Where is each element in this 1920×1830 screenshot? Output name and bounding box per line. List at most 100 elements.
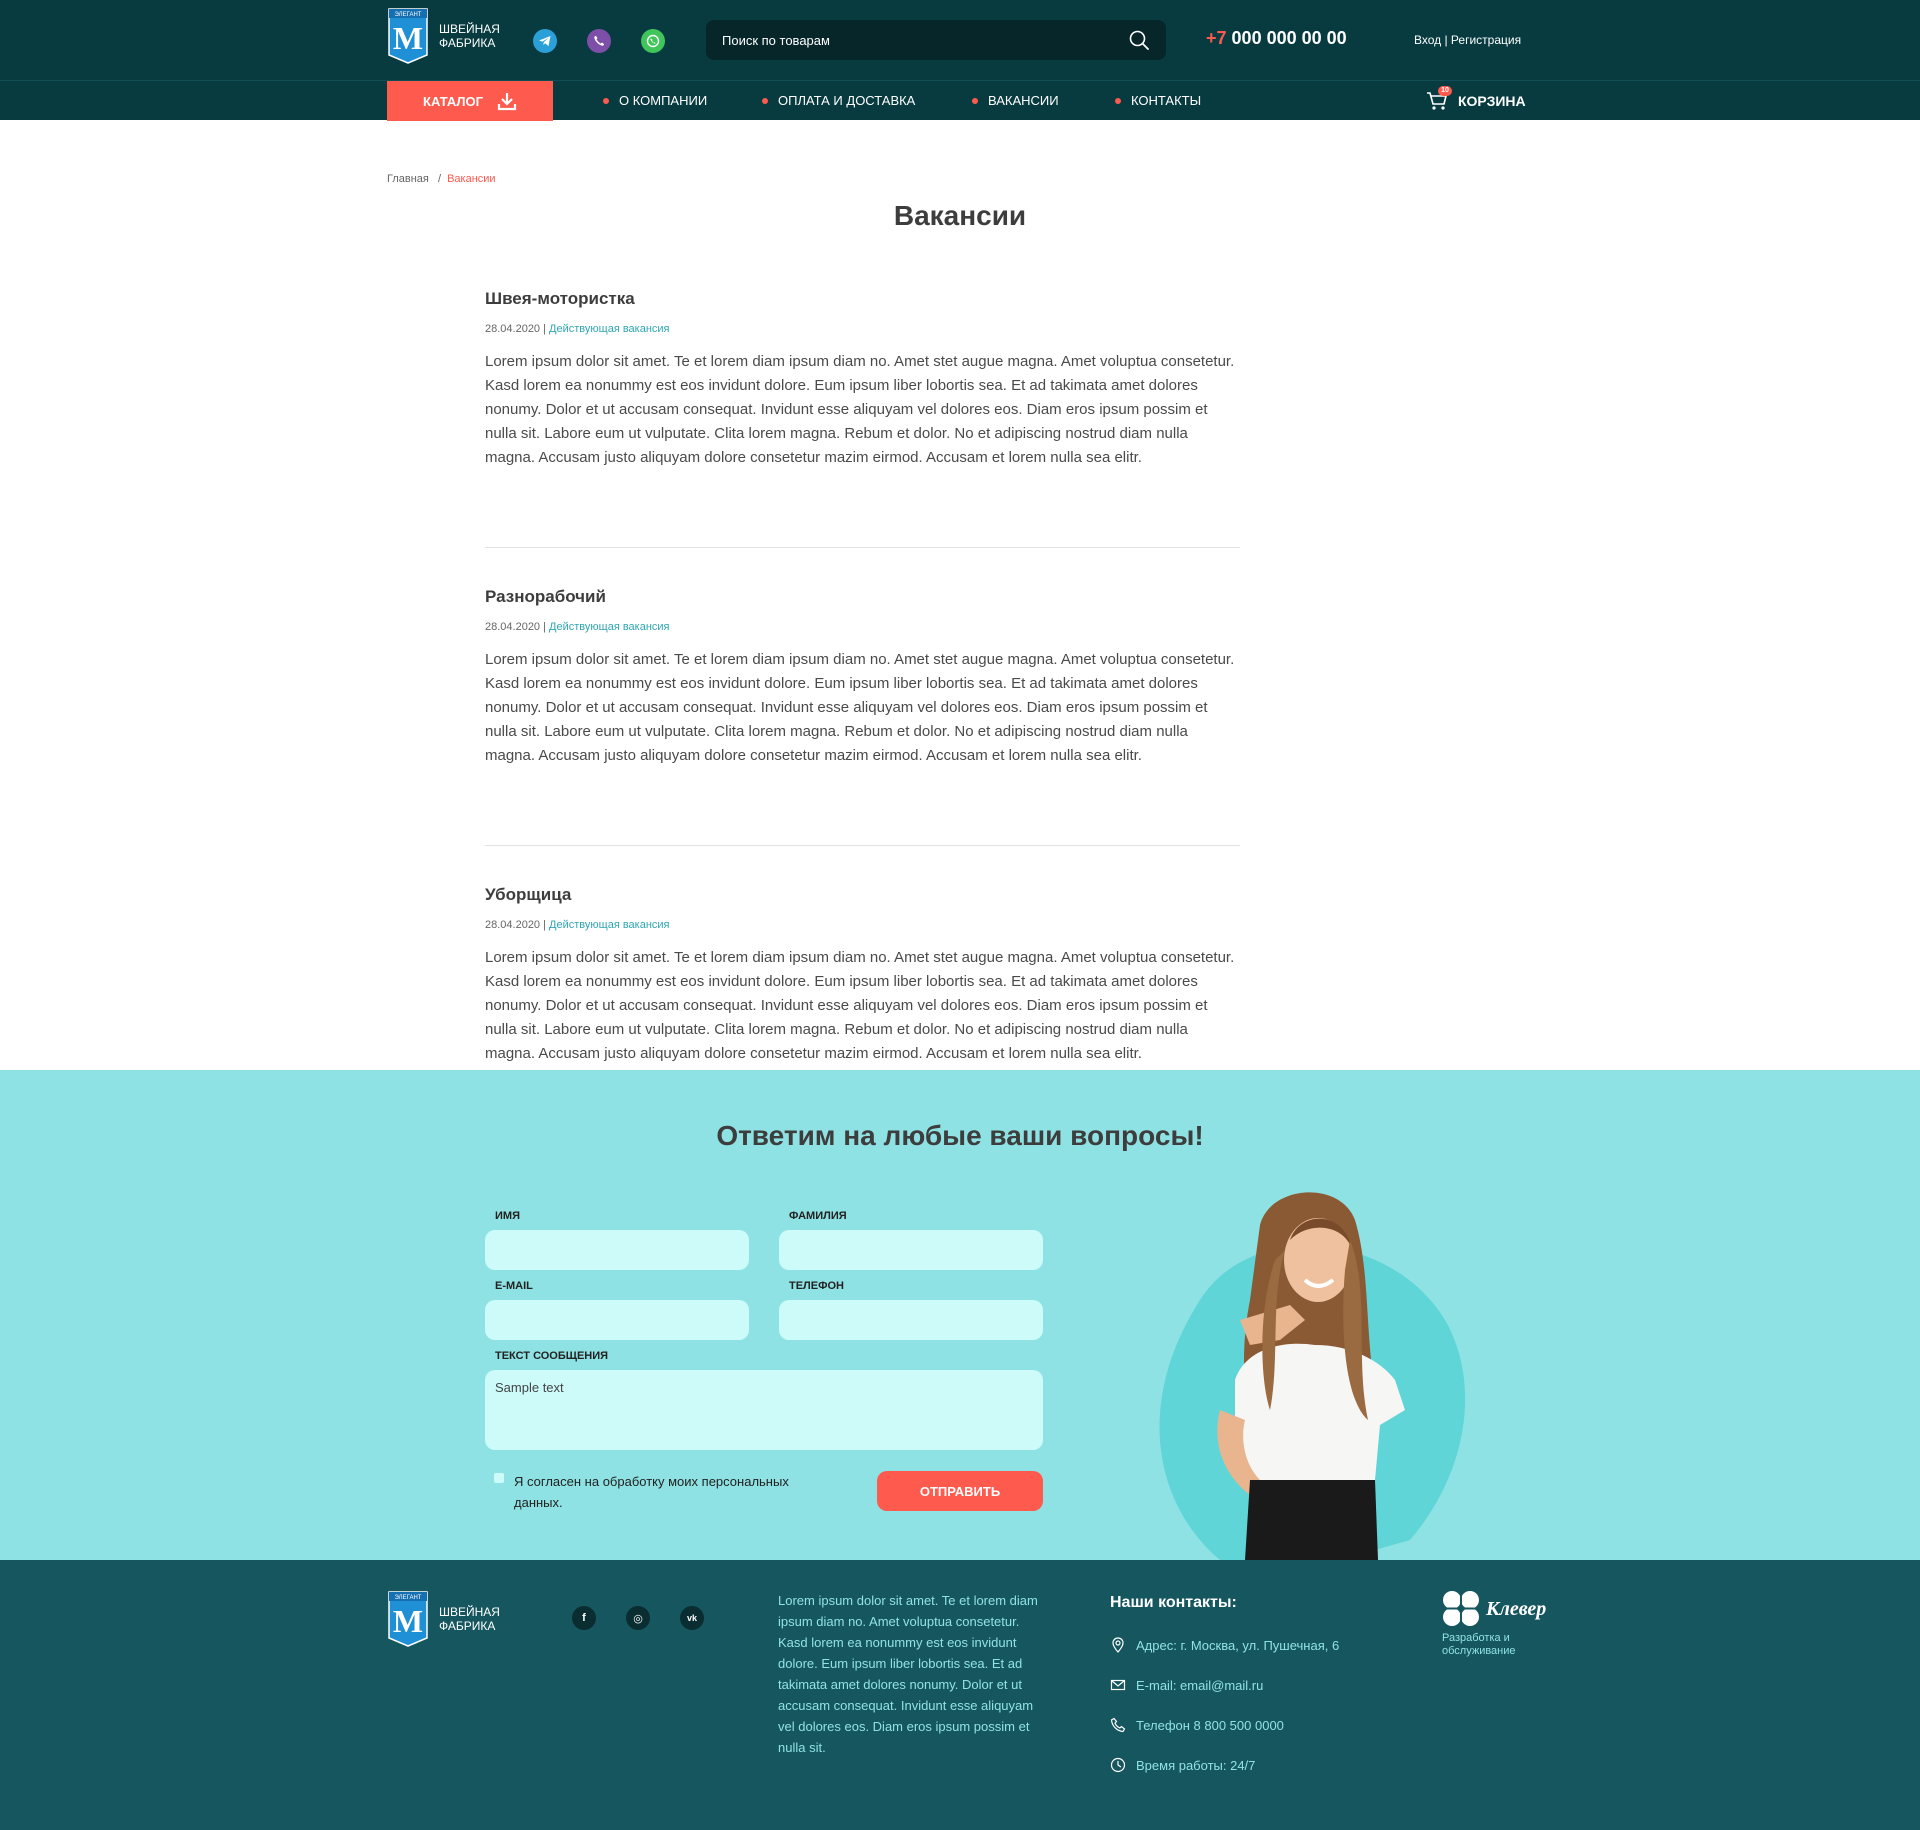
contact-form-title-text: Ответим на любые ваши вопросы! bbox=[716, 1120, 1204, 1151]
logo-line1: Швейная bbox=[439, 1605, 500, 1619]
bullet-dot bbox=[762, 97, 768, 104]
vacancy-date: 28.04.2020 bbox=[485, 621, 541, 633]
vacancy-description: Lorem ipsum dolor sit amet. Te et lorem … bbox=[485, 353, 1235, 466]
vacancy-meta: 28.04.2020 | Действующая вакансия bbox=[485, 620, 1240, 634]
footer: ЭЛЕГАНТ М Швейная фабрика f ◎ vk Lorem i… bbox=[0, 1560, 1920, 1830]
main-nav: Каталог О компании Оплата и доставка Вак… bbox=[0, 80, 1920, 121]
search-bar bbox=[706, 20, 1166, 60]
logo-emblem: ЭЛЕГАНТ М bbox=[387, 1590, 429, 1648]
nav-item-about[interactable]: О компании bbox=[603, 93, 707, 108]
cart-icon: 10 bbox=[1426, 86, 1452, 112]
phone-label: Телефон bbox=[789, 1280, 844, 1292]
nav-item-contacts[interactable]: Контакты bbox=[1115, 93, 1201, 108]
instagram-icon[interactable]: ◎ bbox=[626, 1606, 650, 1630]
first-name-label: Имя bbox=[495, 1210, 520, 1222]
breadcrumb-home[interactable]: Главная bbox=[387, 173, 429, 185]
nav-item-payment-delivery[interactable]: Оплата и доставка bbox=[762, 93, 915, 108]
developer-logo[interactable]: Клевер Разработка и обслуживание bbox=[1442, 1590, 1546, 1658]
vacancy-status-link[interactable]: Действующая вакансия bbox=[549, 919, 669, 931]
vacancy-description: Lorem ipsum dolor sit amet. Te et lorem … bbox=[485, 651, 1235, 764]
logo-emblem-text: ЭЛЕГАНТ bbox=[395, 12, 422, 18]
cart-link[interactable]: 10 Корзина bbox=[1426, 86, 1526, 112]
nav-item-label: Контакты bbox=[1131, 93, 1202, 108]
logo-line2: фабрика bbox=[439, 1619, 496, 1633]
email-field[interactable] bbox=[485, 1300, 749, 1340]
submit-button[interactable]: Отправить bbox=[877, 1471, 1043, 1511]
vacancy-meta: 28.04.2020 | Действующая вакансия bbox=[485, 918, 1240, 932]
site-logo[interactable]: ЭЛЕГАНТ М Швейная фабрика bbox=[387, 7, 509, 65]
login-register-link[interactable]: Вход | Регистрация bbox=[1414, 33, 1521, 47]
contact-hours: Время работы: 24/7 bbox=[1110, 1757, 1255, 1773]
contact-email[interactable]: E-mail: email@mail.ru bbox=[1110, 1677, 1263, 1693]
nav-item-label: О компании bbox=[619, 93, 708, 108]
logo-letter: М bbox=[393, 1603, 423, 1639]
contact-form-title: Ответим на любые ваши вопросы! bbox=[0, 1120, 1920, 1152]
first-name-field[interactable] bbox=[485, 1230, 749, 1270]
contact-email-text: E-mail: email@mail.ru bbox=[1136, 1677, 1264, 1693]
consent-checkbox-row[interactable]: Я согласен на обработку моих персональны… bbox=[494, 1471, 824, 1513]
vacancy-title: Разнорабочий bbox=[485, 587, 606, 606]
vacancy-meta-separator: | bbox=[543, 621, 546, 633]
last-name-label: Фамилия bbox=[789, 1210, 847, 1222]
contact-address-text: Адрес: г. Москва, ул. Пушечная, 6 bbox=[1136, 1637, 1340, 1653]
consent-text: Я согласен на обработку моих персональны… bbox=[514, 1474, 789, 1510]
last-name-field[interactable] bbox=[779, 1230, 1043, 1270]
message-field[interactable]: Sample text bbox=[485, 1370, 1043, 1450]
bullet-dot bbox=[603, 97, 609, 104]
clock-icon bbox=[1110, 1757, 1126, 1773]
phone-icon bbox=[1110, 1717, 1126, 1733]
page-title: Вакансии bbox=[893, 200, 1027, 231]
vacancy-description: Lorem ipsum dolor sit amet. Te et lorem … bbox=[485, 949, 1235, 1062]
cart-count-badge: 10 bbox=[1438, 86, 1452, 96]
search-icon[interactable] bbox=[1128, 29, 1150, 51]
developer-name: Клевер bbox=[1486, 1597, 1547, 1620]
developer-caption: Разработка и обслуживание bbox=[1442, 1632, 1516, 1657]
vacancy-title: Уборщица bbox=[485, 885, 572, 904]
logo-line1: Швейная bbox=[439, 22, 500, 36]
vacancy-list: Швея-мотористка 28.04.2020 | Действующая… bbox=[485, 288, 1240, 1144]
vacancy-status-link[interactable]: Действующая вакансия bbox=[549, 323, 669, 335]
location-pin-icon bbox=[1112, 1637, 1124, 1653]
facebook-icon[interactable]: f bbox=[572, 1606, 596, 1630]
contact-hours-text: Время работы: 24/7 bbox=[1136, 1757, 1256, 1773]
logo-emblem-text: ЭЛЕГАНТ bbox=[395, 1595, 422, 1601]
consent-checkbox[interactable] bbox=[494, 1473, 504, 1483]
footer-logo[interactable]: ЭЛЕГАНТ М Швейная фабрика bbox=[387, 1590, 509, 1648]
vacancy-meta-separator: | bbox=[543, 919, 546, 931]
bullet-dot bbox=[1115, 97, 1121, 104]
search-input[interactable] bbox=[722, 32, 1128, 48]
vk-icon[interactable]: vk bbox=[680, 1606, 704, 1630]
contact-phone[interactable]: Телефон 8 800 500 0000 bbox=[1110, 1717, 1284, 1733]
vacancy-date: 28.04.2020 bbox=[485, 919, 541, 931]
nav-item-label: Вакансии bbox=[988, 93, 1059, 108]
breadcrumb-current: Вакансии bbox=[447, 173, 496, 185]
viber-icon[interactable] bbox=[587, 29, 611, 53]
catalog-button[interactable]: Каталог bbox=[387, 81, 553, 121]
contact-form-section: Ответим на любые ваши вопросы! Имя Фамил… bbox=[0, 1070, 1920, 1560]
phone-field[interactable] bbox=[779, 1300, 1043, 1340]
header-top: ЭЛЕГАНТ М Швейная фабрика +7 000 000 00 … bbox=[0, 0, 1920, 80]
nav-item-label: Оплата и доставка bbox=[778, 93, 916, 108]
clover-icon bbox=[1443, 1591, 1480, 1626]
header-phone[interactable]: +7 000 000 00 00 bbox=[1206, 28, 1347, 49]
logo-text: Швейная фабрика bbox=[439, 1605, 509, 1633]
telegram-icon[interactable] bbox=[533, 29, 557, 53]
woman-photo bbox=[1159, 1192, 1466, 1560]
breadcrumb: Главная / Вакансии bbox=[387, 173, 496, 185]
logo-letter: М bbox=[393, 20, 423, 56]
contact-phone-text: Телефон 8 800 500 0000 bbox=[1136, 1717, 1284, 1733]
phone-prefix: +7 bbox=[1206, 28, 1227, 48]
cart-label: Корзина bbox=[1458, 93, 1526, 109]
message-label: Текст сообщения bbox=[495, 1350, 609, 1362]
vacancy-status-link[interactable]: Действующая вакансия bbox=[549, 621, 669, 633]
nav-item-vacancies[interactable]: Вакансии bbox=[972, 93, 1059, 108]
logo-text: Швейная фабрика bbox=[439, 22, 509, 50]
contacts-title: Наши контакты: bbox=[1110, 1594, 1237, 1611]
logo-line2: фабрика bbox=[439, 36, 496, 50]
vacancy-meta: 28.04.2020 | Действующая вакансия bbox=[485, 322, 1240, 336]
vacancy-item: Разнорабочий 28.04.2020 | Действующая ва… bbox=[485, 586, 1240, 846]
whatsapp-icon[interactable] bbox=[641, 29, 665, 53]
contact-address: Адрес: г. Москва, ул. Пушечная, 6 bbox=[1110, 1637, 1339, 1653]
download-icon bbox=[497, 93, 517, 111]
catalog-label: Каталог bbox=[423, 93, 483, 109]
